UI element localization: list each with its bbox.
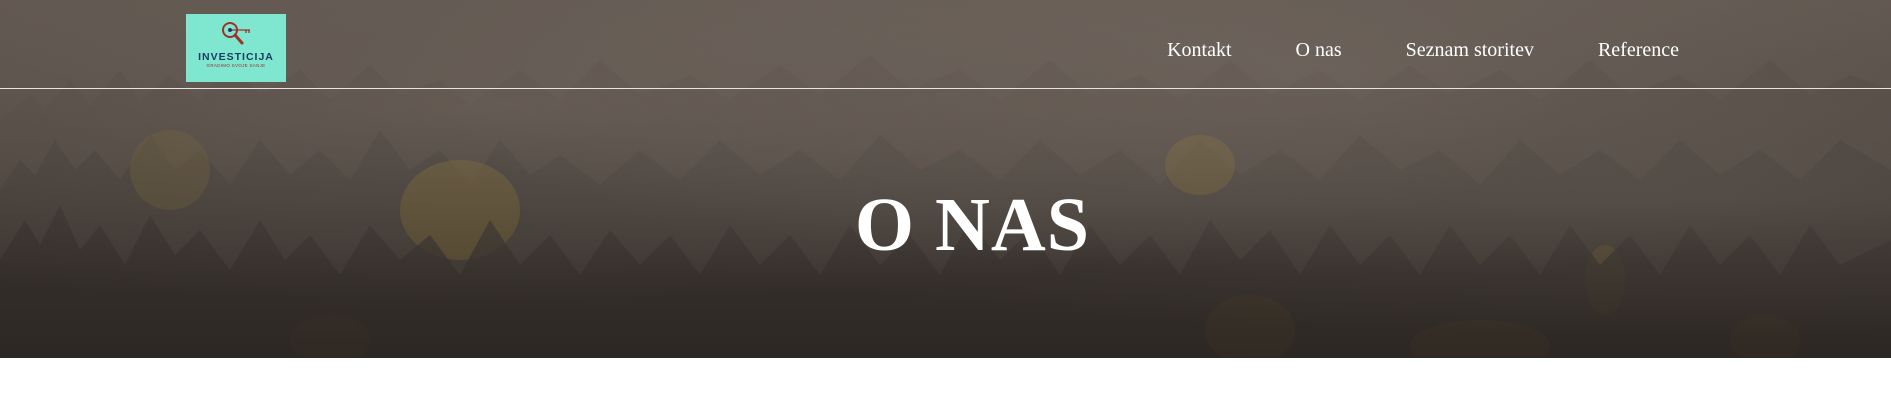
hero-banner: INVESTICIJA GRADIMO SVOJE SANJE Kontakt … [0, 0, 1891, 358]
logo-tagline: GRADIMO SVOJE SANJE [206, 63, 266, 68]
nav-link-o-nas[interactable]: O nas [1296, 38, 1342, 62]
top-navigation-bar: INVESTICIJA GRADIMO SVOJE SANJE Kontakt … [0, 0, 1891, 89]
page-title: O NAS [854, 183, 1091, 267]
nav-link-kontakt[interactable]: Kontakt [1167, 38, 1231, 62]
logo-brand-text: INVESTICIJA [198, 51, 274, 63]
nav-link-seznam-storitev[interactable]: Seznam storitev [1406, 38, 1534, 62]
main-nav: Kontakt O nas Seznam storitev Reference [1167, 38, 1679, 62]
magnifier-key-icon [222, 22, 250, 45]
logo[interactable]: INVESTICIJA GRADIMO SVOJE SANJE [186, 14, 286, 82]
nav-link-reference[interactable]: Reference [1598, 38, 1679, 62]
